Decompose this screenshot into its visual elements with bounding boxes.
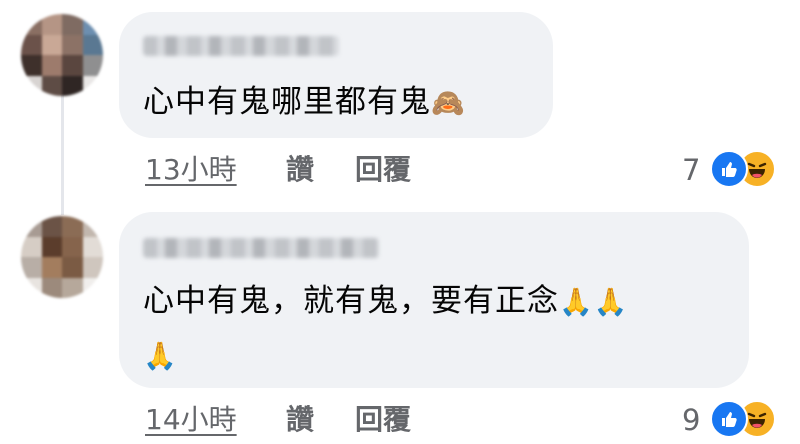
like-icon (710, 400, 748, 438)
comment-2: 心中有鬼，就有鬼，要有正念🙏🙏 🙏 14小時 讚 回覆 9 (0, 0, 800, 444)
comment-text-line2: 🙏 (143, 340, 178, 371)
comment-text: 心中有鬼，就有鬼，要有正念🙏🙏 (143, 286, 628, 317)
comment-timestamp[interactable]: 14小時 (145, 406, 237, 434)
reaction-count[interactable]: 9 (682, 406, 700, 435)
avatar[interactable] (21, 216, 103, 298)
folded-hands-icon: 🙏🙏 (559, 287, 629, 318)
comment-body: 心中有鬼，就有鬼，要有正念 (143, 283, 559, 319)
reaction-icons[interactable] (710, 400, 786, 438)
reply-button[interactable]: 回覆 (355, 406, 411, 434)
comment-bubble: 心中有鬼，就有鬼，要有正念🙏🙏 🙏 (119, 212, 749, 388)
folded-hands-icon: 🙏 (143, 341, 178, 372)
like-icon (710, 150, 748, 188)
commenter-name-blurred[interactable] (143, 238, 379, 258)
like-button[interactable]: 讚 (286, 406, 314, 434)
